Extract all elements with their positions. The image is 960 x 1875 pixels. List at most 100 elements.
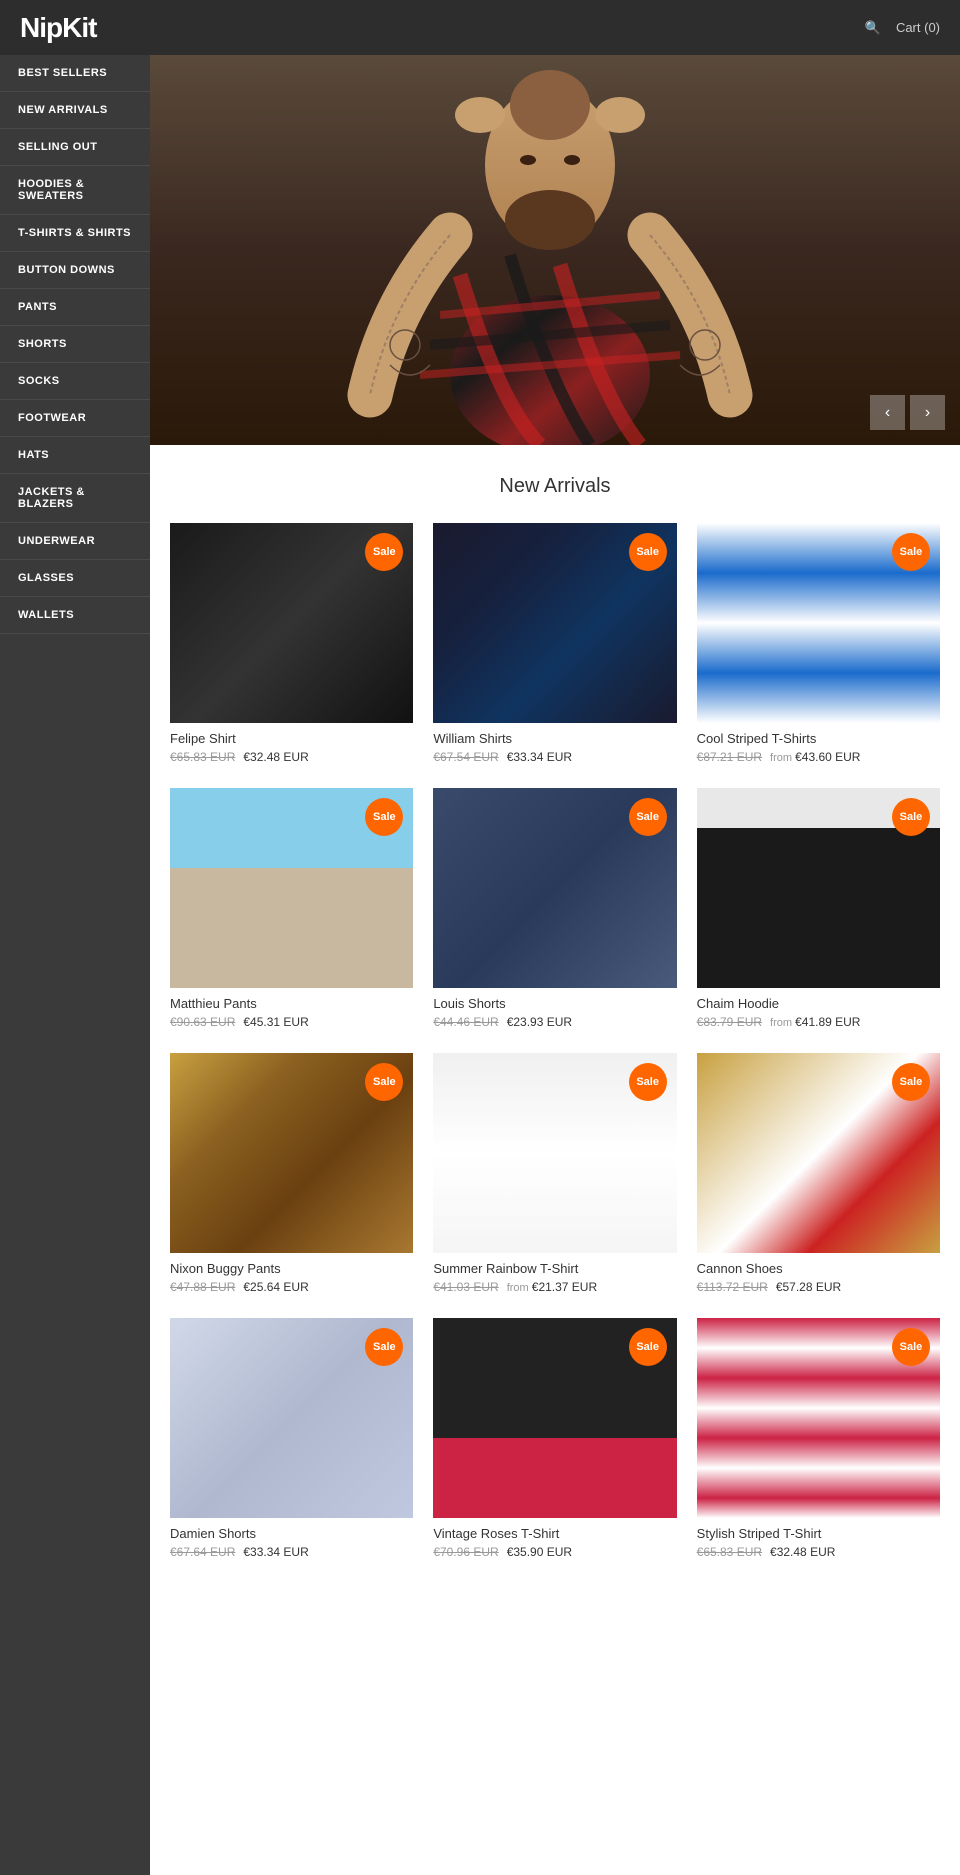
product-prices: €47.88 EUR€25.64 EUR [170,1280,413,1294]
sale-badge: Sale [892,533,930,571]
product-image: Sale [433,523,676,723]
sale-badge: Sale [892,798,930,836]
product-image: Sale [697,523,940,723]
products-section: New Arrivals SaleFelipe Shirt€65.83 EUR€… [150,445,960,1593]
product-card[interactable]: Sale Matthieu Pants €90.63 EUR €45.31 EUR [170,788,413,1033]
original-price: €90.63 EUR [170,1015,235,1029]
product-info: Stylish Striped T-Shirt€65.83 EUR€32.48 … [697,1518,940,1563]
sidebar-item-hoodies-sweaters[interactable]: HOODIES & SWEATERS [0,166,150,215]
search-icon[interactable]: 🔍 [865,20,881,36]
hero-navigation: ‹ › [870,395,945,430]
sidebar-item-glasses[interactable]: GLASSES [0,560,150,597]
header: NipKit 🔍 Cart (0) [0,0,960,55]
product-image: Sale [170,1318,413,1518]
product-name: Louis Shorts [433,996,676,1011]
product-card[interactable]: SaleStylish Striped T-Shirt€65.83 EUR€32… [697,1318,940,1563]
sidebar-item-jackets-blazers[interactable]: JACKETS & BLAZERS [0,474,150,523]
original-price: €67.54 EUR [433,750,498,764]
product-image: Sale [433,1053,676,1253]
hero-next-button[interactable]: › [910,395,945,430]
original-price: €67.64 EUR [170,1545,235,1559]
product-card[interactable]: Sale Damien Shorts €67.64 EUR €33.34 EUR [170,1318,413,1563]
sale-badge: Sale [892,1328,930,1366]
sidebar-item-pants[interactable]: PANTS [0,289,150,326]
price-from-label: from [507,1282,532,1294]
original-price: €83.79 EUR [697,1015,762,1029]
product-card[interactable]: SaleCannon Shoes€113.72 EUR€57.28 EUR [697,1053,940,1298]
product-card[interactable]: Sale William Shirts €67.54 EUR €33.34 EUR [433,523,676,768]
original-price: €65.83 EUR [697,1545,762,1559]
sidebar-item-tshirts-shirts[interactable]: T-SHIRTS & SHIRTS [0,215,150,252]
sale-price: €57.28 EUR [776,1280,841,1294]
original-price: €41.03 EUR [433,1280,498,1294]
sidebar-item-best-sellers[interactable]: BEST SELLERS [0,55,150,92]
product-info: Felipe Shirt €65.83 EUR€32.48 EUR [170,723,413,768]
product-info: Cool Striped T-Shirts€87.21 EURfrom €43.… [697,723,940,768]
product-name: Damien Shorts [170,1526,413,1541]
product-card[interactable]: SaleLouis Shorts€44.46 EUR€23.93 EUR [433,788,676,1033]
sale-price: €33.34 EUR [507,750,572,764]
sale-price: from €21.37 EUR [507,1280,597,1294]
product-info: Chaim Hoodie €83.79 EUR from €41.89 EUR [697,988,940,1033]
product-name: Felipe Shirt [170,731,413,746]
sale-price: €32.48 EUR [243,750,308,764]
product-info: William Shirts €67.54 EUR €33.34 EUR [433,723,676,768]
price-from-label: from [770,752,795,764]
product-name: Chaim Hoodie [697,996,940,1011]
product-name: William Shirts [433,731,676,746]
hero-svg [150,55,960,445]
product-info: Vintage Roses T-Shirt€70.96 EUR€35.90 EU… [433,1518,676,1563]
sidebar-item-socks[interactable]: SOCKS [0,363,150,400]
sidebar-item-hats[interactable]: HATS [0,437,150,474]
sale-badge: Sale [629,533,667,571]
product-name: Matthieu Pants [170,996,413,1011]
sale-badge: Sale [629,1328,667,1366]
hero-figure [150,55,960,445]
sidebar-item-underwear[interactable]: UNDERWEAR [0,523,150,560]
product-info: Nixon Buggy Pants €47.88 EUR€25.64 EUR [170,1253,413,1298]
cart-link[interactable]: Cart (0) [896,20,940,35]
sale-price: from €41.89 EUR [770,1015,860,1029]
sale-badge: Sale [629,1063,667,1101]
product-info: Damien Shorts €67.64 EUR €33.34 EUR [170,1518,413,1563]
product-prices: €67.54 EUR €33.34 EUR [433,750,676,764]
product-info: Louis Shorts€44.46 EUR€23.93 EUR [433,988,676,1033]
product-image: Sale [433,788,676,988]
product-grid: SaleFelipe Shirt€65.83 EUR€32.48 EURSale… [170,523,940,1563]
sale-badge: Sale [365,798,403,836]
sale-badge: Sale [365,1328,403,1366]
sale-price: from €43.60 EUR [770,750,860,764]
product-card[interactable]: SaleCool Striped T-Shirts€87.21 EURfrom … [697,523,940,768]
product-name: Nixon Buggy Pants [170,1261,413,1276]
sidebar-item-shorts[interactable]: SHORTS [0,326,150,363]
product-card[interactable]: SaleNixon Buggy Pants€47.88 EUR€25.64 EU… [170,1053,413,1298]
product-prices: €70.96 EUR€35.90 EUR [433,1545,676,1559]
product-card[interactable]: Sale Vintage Roses T-Shirt€70.96 EUR€35.9… [433,1318,676,1563]
logo[interactable]: NipKit [20,12,96,44]
sidebar-item-wallets[interactable]: WALLETS [0,597,150,634]
product-card[interactable]: SaleSummer Rainbow T-Shirt€41.03 EURfrom… [433,1053,676,1298]
product-name: Cannon Shoes [697,1261,940,1276]
product-info: Cannon Shoes€113.72 EUR€57.28 EUR [697,1253,940,1298]
product-image: Sale [433,1318,676,1518]
main-content: ‹ › New Arrivals SaleFelipe Shirt€65.83 … [150,55,960,1875]
product-name: Stylish Striped T-Shirt [697,1526,940,1541]
product-prices: €87.21 EUR from €43.60 EUR [697,750,940,764]
sidebar-item-footwear[interactable]: FOOTWEAR [0,400,150,437]
price-from-label: from [770,1017,795,1029]
original-price: €87.21 EUR [697,750,762,764]
sale-price: €33.34 EUR [243,1545,308,1559]
header-right: 🔍 Cart (0) [865,20,940,36]
sidebar-item-new-arrivals[interactable]: NEW ARRIVALS [0,92,150,129]
sidebar-item-button-downs[interactable]: BUTTON DOWNS [0,252,150,289]
product-prices: €65.83 EUR€32.48 EUR [170,750,413,764]
sidebar-item-selling-out[interactable]: SELLING OUT [0,129,150,166]
sidebar: BEST SELLERSNEW ARRIVALSSELLING OUTHOODI… [0,55,150,1875]
sale-price: €45.31 EUR [243,1015,308,1029]
product-image: Sale [170,788,413,988]
product-prices: €67.64 EUR €33.34 EUR [170,1545,413,1559]
product-prices: €41.03 EUR from €21.37 EUR [433,1280,676,1294]
product-card[interactable]: SaleFelipe Shirt€65.83 EUR€32.48 EUR [170,523,413,768]
product-card[interactable]: Sale Chaim Hoodie €83.79 EUR from €41.89 EU… [697,788,940,1033]
hero-prev-button[interactable]: ‹ [870,395,905,430]
